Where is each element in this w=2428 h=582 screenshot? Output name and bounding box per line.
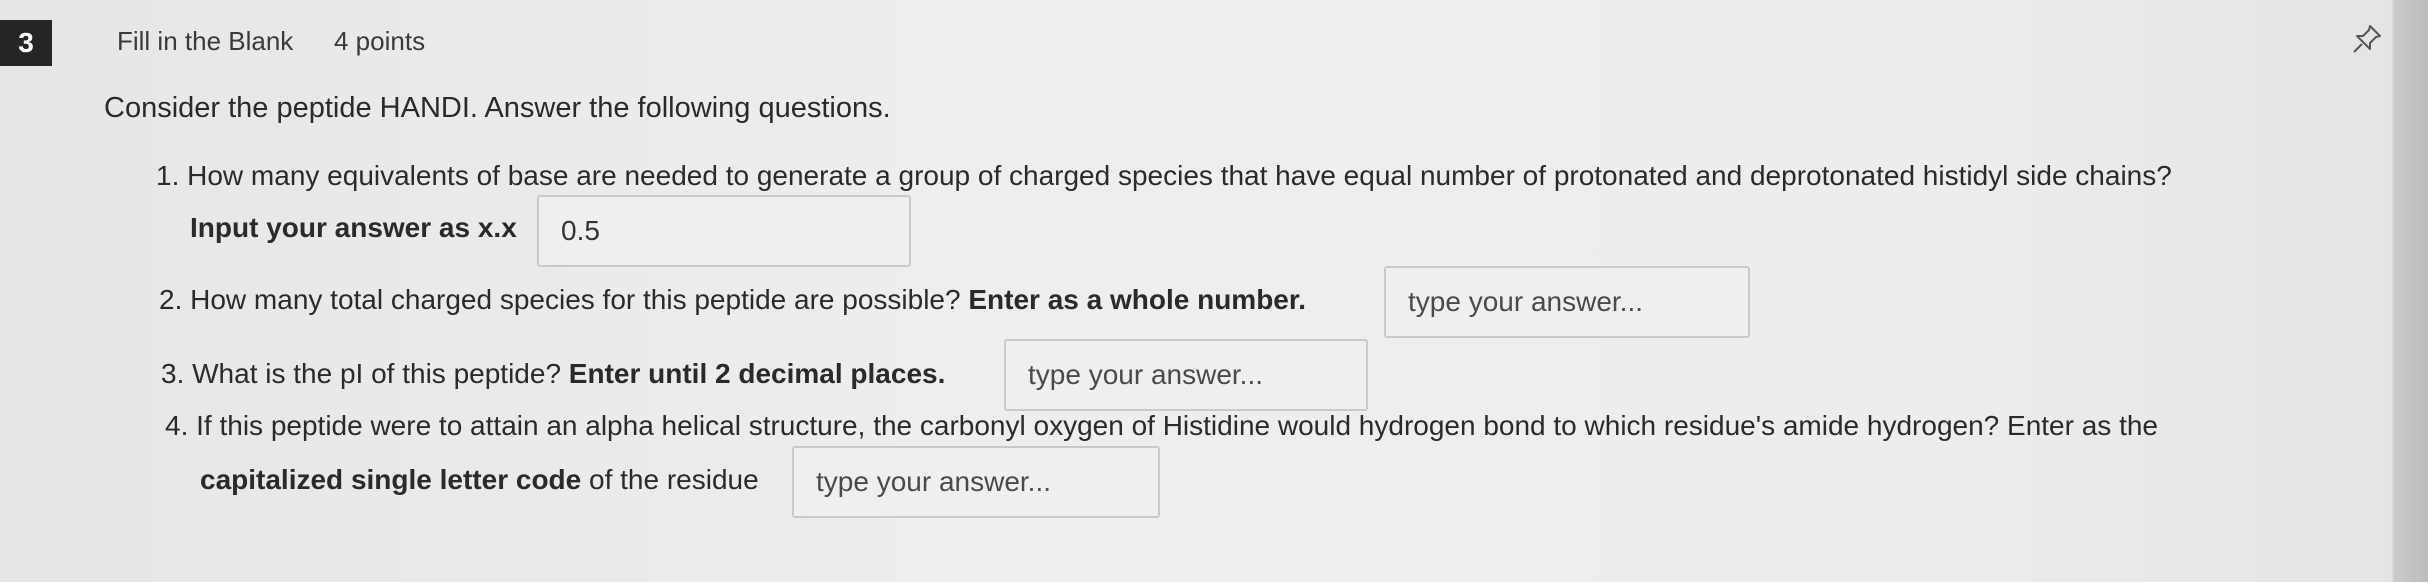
item-1-instruction: Input your answer as x.x — [190, 212, 517, 243]
item-1-text: 1. How many equivalents of base are need… — [156, 160, 2172, 191]
item-2-instruction: Enter as a whole number. — [968, 284, 1306, 315]
answer-input-2[interactable] — [1384, 266, 1750, 338]
item-4-line-2: capitalized single letter code of the re… — [200, 464, 759, 496]
question-type: Fill in the Blank — [117, 26, 294, 56]
item-4-instruction: capitalized single letter code — [200, 464, 582, 495]
quiz-question-panel: 3 Fill in the Blank 4 points Consider th… — [0, 0, 2428, 582]
question-points: 4 points — [334, 26, 426, 56]
item-3-instruction: Enter until 2 decimal places. — [568, 358, 946, 389]
item-4-text: 4. If this peptide were to attain an alp… — [165, 410, 2158, 441]
item-2-text: 2. How many total charged species for th… — [159, 284, 961, 315]
answer-input-1[interactable] — [537, 195, 911, 267]
pin-icon[interactable] — [2350, 22, 2384, 56]
answer-input-4[interactable] — [792, 446, 1160, 518]
item-4-suffix: of the residue — [589, 464, 759, 495]
scrollbar-edge[interactable] — [2392, 0, 2428, 582]
answer-input-3[interactable] — [1004, 339, 1368, 411]
item-2-line: 2. How many total charged species for th… — [159, 284, 1306, 316]
question-number: 3 — [18, 27, 34, 58]
question-prompt: Consider the peptide HANDI. Answer the f… — [104, 92, 891, 124]
item-3-line: 3. What is the pI of this peptide? Enter… — [161, 358, 945, 390]
question-number-badge: 3 — [0, 20, 52, 66]
item-3-text: 3. What is the pI of this peptide? — [161, 358, 562, 389]
